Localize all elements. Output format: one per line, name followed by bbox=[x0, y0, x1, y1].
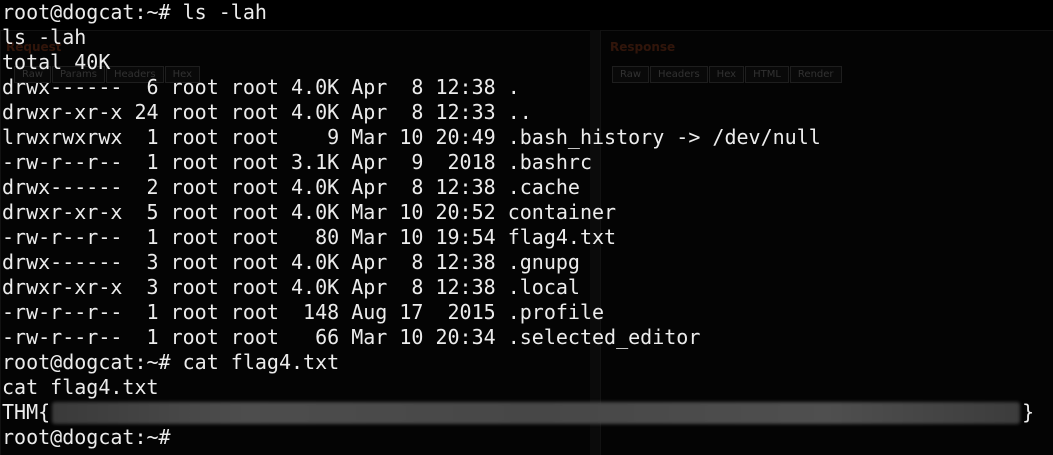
typed-command: ls -lah bbox=[182, 0, 267, 24]
prompt: root@dogcat:~# bbox=[2, 425, 183, 449]
command-echo: ls -lah bbox=[2, 25, 87, 49]
listing-row: lrwxrwxrwx 1 root root 9 Mar 10 20:49 .b… bbox=[2, 125, 821, 149]
flag-line: THM{} bbox=[2, 400, 1053, 425]
listing-row: drwxr-xr-x 24 root root 4.0K Apr 8 12:33… bbox=[2, 100, 532, 124]
listing-row: -rw-r--r-- 1 root root 148 Aug 17 2015 .… bbox=[2, 300, 605, 324]
listing-row: drwxr-xr-x 5 root root 4.0K Mar 10 20:52… bbox=[2, 200, 617, 224]
listing-row: -rw-r--r-- 1 root root 66 Mar 10 20:34 .… bbox=[2, 325, 701, 349]
prompt-line-cat: root@dogcat:~# cat flag4.txt bbox=[2, 350, 1053, 375]
listing-row: drwx------ 3 root root 4.0K Apr 8 12:38 … bbox=[2, 250, 580, 274]
listing-row: -rw-r--r-- 1 root root 3.1K Apr 9 2018 .… bbox=[2, 150, 593, 174]
flag-prefix: THM{ bbox=[2, 400, 51, 424]
listing-row: drwxr-xr-x 3 root root 4.0K Apr 8 12:38 … bbox=[2, 275, 580, 299]
screen: Request Response Raw Params Headers Hex … bbox=[0, 0, 1053, 455]
command-echo: cat flag4.txt bbox=[2, 375, 159, 399]
listing-row: -rw-r--r-- 1 root root 80 Mar 10 19:54 f… bbox=[2, 225, 617, 249]
prompt: root@dogcat:~# bbox=[2, 0, 183, 24]
typed-command: cat flag4.txt bbox=[182, 350, 340, 374]
prompt-line-ls: root@dogcat:~# ls -lah bbox=[2, 0, 1053, 25]
flag-redaction-blur bbox=[52, 401, 1021, 424]
prompt-line-current: root@dogcat:~# bbox=[2, 425, 1053, 450]
terminal-output[interactable]: root@dogcat:~# ls -lah ls -lah total 40K… bbox=[2, 0, 1053, 450]
listing-row: drwx------ 6 root root 4.0K Apr 8 12:38 … bbox=[2, 75, 520, 99]
listing-total: total 40K bbox=[2, 50, 111, 74]
prompt: root@dogcat:~# bbox=[2, 350, 183, 374]
flag-suffix: } bbox=[1022, 400, 1035, 424]
listing-row: drwx------ 2 root root 4.0K Apr 8 12:38 … bbox=[2, 175, 580, 199]
